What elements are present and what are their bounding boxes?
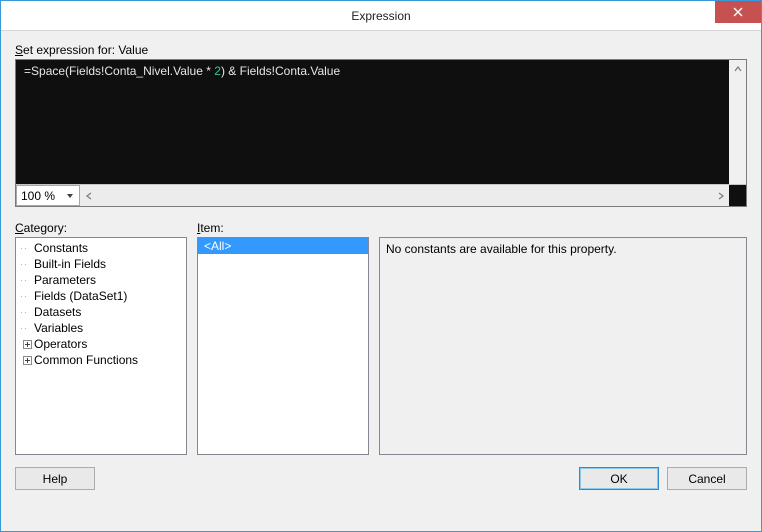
category-tree[interactable]: ·· Constants·· Built-in Fields·· Paramet…	[16, 238, 186, 370]
expression-dialog: Expression Set expression for: Value =Sp…	[0, 0, 762, 532]
token-num-2: 2	[214, 64, 221, 78]
tree-dots-icon: ··	[20, 308, 34, 316]
category-label: Category:	[15, 221, 187, 235]
description-panel: No constants are available for this prop…	[379, 237, 747, 455]
scrollbar-corner	[729, 185, 746, 206]
description-text: No constants are available for this prop…	[386, 242, 617, 256]
category-column: Category: ·· Constants·· Built-in Fields…	[15, 221, 187, 455]
close-icon	[733, 7, 743, 17]
ok-button[interactable]: OK	[579, 467, 659, 490]
tree-item[interactable]: ·· Constants	[18, 240, 184, 256]
tree-item[interactable]: ·· Parameters	[18, 272, 184, 288]
browser-section: Category: ·· Constants·· Built-in Fields…	[15, 221, 747, 455]
tree-item-label: Built-in Fields	[34, 257, 106, 271]
category-panel[interactable]: ·· Constants·· Built-in Fields·· Paramet…	[15, 237, 187, 455]
tree-item[interactable]: ·· Fields (DataSet1)	[18, 288, 184, 304]
category-label-accel: C	[15, 221, 24, 235]
button-row: Help OK Cancel	[15, 467, 747, 490]
tree-item[interactable]: Operators	[18, 336, 184, 352]
list-item-label: <All>	[204, 239, 231, 253]
expression-editor[interactable]: =Space(Fields!Conta_Nivel.Value * 2) & F…	[15, 59, 747, 207]
chevron-down-icon	[63, 186, 77, 205]
tree-dots-icon: ··	[20, 260, 34, 268]
expression-label-text: et expression for: Value	[23, 43, 148, 57]
item-list[interactable]: <All>	[198, 238, 368, 254]
titlebar[interactable]: Expression	[1, 1, 761, 31]
token-fn-space: Space	[31, 64, 65, 78]
tree-item-label: Common Functions	[34, 353, 138, 367]
cancel-button-label: Cancel	[688, 472, 725, 486]
tree-dots-icon: ··	[20, 244, 34, 252]
description-label	[379, 221, 747, 235]
token-segment: (Fields!Conta_Nivel.Value	[65, 64, 206, 78]
code-area[interactable]: =Space(Fields!Conta_Nivel.Value * 2) & F…	[16, 60, 746, 184]
item-label: Item:	[197, 221, 369, 235]
description-column: No constants are available for this prop…	[379, 221, 747, 455]
tree-item[interactable]: ·· Built-in Fields	[18, 256, 184, 272]
category-label-text: ategory:	[24, 221, 67, 235]
editor-horizontal-scrollbar[interactable]	[80, 185, 729, 206]
expand-icon[interactable]	[20, 340, 34, 349]
tree-item[interactable]: ·· Datasets	[18, 304, 184, 320]
tree-item-label: Fields (DataSet1)	[34, 289, 127, 303]
tree-dots-icon: ··	[20, 292, 34, 300]
ok-button-label: OK	[610, 472, 627, 486]
item-label-text: tem:	[200, 221, 223, 235]
tree-item-label: Parameters	[34, 273, 96, 287]
expression-label-accel: S	[15, 43, 23, 57]
tree-dots-icon: ··	[20, 324, 34, 332]
tree-item-label: Variables	[34, 321, 83, 335]
tree-item[interactable]: Common Functions	[18, 352, 184, 368]
tree-dots-icon: ··	[20, 276, 34, 284]
zoom-dropdown[interactable]: 100 %	[16, 185, 80, 206]
tree-item[interactable]: ·· Variables	[18, 320, 184, 336]
help-button-label: Help	[43, 472, 68, 486]
editor-bottom-bar: 100 %	[16, 184, 746, 206]
scroll-right-icon[interactable]	[712, 185, 729, 206]
close-button[interactable]	[715, 1, 761, 23]
scroll-left-icon[interactable]	[80, 185, 97, 206]
tree-item-label: Constants	[34, 241, 88, 255]
list-item[interactable]: <All>	[198, 238, 368, 254]
cancel-button[interactable]: Cancel	[667, 467, 747, 490]
expression-label: Set expression for: Value	[15, 43, 747, 57]
item-panel[interactable]: <All>	[197, 237, 369, 455]
editor-vertical-scrollbar[interactable]	[729, 60, 746, 184]
tree-item-label: Datasets	[34, 305, 81, 319]
help-button[interactable]: Help	[15, 467, 95, 490]
item-column: Item: <All>	[197, 221, 369, 455]
window-title: Expression	[1, 9, 761, 23]
tree-item-label: Operators	[34, 337, 87, 351]
scroll-track-h[interactable]	[97, 185, 712, 206]
scroll-up-icon[interactable]	[729, 60, 746, 77]
dialog-content: Set expression for: Value =Space(Fields!…	[1, 31, 761, 531]
zoom-value: 100 %	[21, 189, 55, 203]
token-equals: =	[24, 64, 31, 78]
token-segment-2: Fields!Conta.Value	[236, 64, 340, 78]
expand-icon[interactable]	[20, 356, 34, 365]
